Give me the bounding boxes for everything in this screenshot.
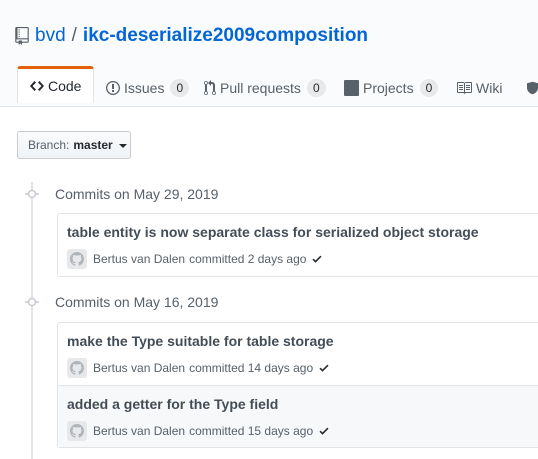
project-icon	[344, 80, 359, 96]
commit-row: added a getter for the Type field Bertus…	[58, 385, 538, 447]
tab-pull-requests[interactable]: Pull requests 0	[204, 70, 326, 106]
github-avatar-icon	[70, 252, 84, 266]
check-icon[interactable]	[311, 253, 323, 265]
commit-list: make the Type suitable for table storage…	[57, 322, 538, 448]
tab-code[interactable]: Code	[17, 66, 95, 103]
tab-projects-label: Projects	[363, 80, 414, 96]
issues-count-badge: 0	[170, 79, 190, 97]
caret-down-icon	[118, 143, 127, 148]
tab-wiki-label: Wiki	[476, 80, 503, 96]
shield-icon	[527, 81, 538, 95]
tab-code-label: Code	[48, 78, 82, 94]
commit-author-link[interactable]: Bertus van Dalen	[93, 252, 185, 266]
projects-count-badge: 0	[419, 79, 439, 97]
avatar[interactable]	[67, 421, 87, 441]
commit-group-title: Commits on May 29, 2019	[55, 186, 219, 202]
commit-author-link[interactable]: Bertus van Dalen	[93, 361, 185, 375]
commit-time: committed 15 days ago	[189, 424, 314, 438]
check-icon[interactable]	[318, 425, 330, 437]
tab-pull-requests-label: Pull requests	[220, 80, 301, 96]
commit-message-link[interactable]: table entity is now separate class for s…	[67, 224, 479, 240]
github-avatar-icon	[70, 424, 84, 438]
book-icon	[457, 82, 472, 94]
commit-time: committed 14 days ago	[189, 361, 314, 375]
tab-wiki[interactable]: Wiki	[456, 70, 502, 106]
branch-value: master	[73, 138, 113, 152]
github-avatar-icon	[70, 361, 84, 375]
commit-meta: Bertus van Dalen committed 2 days ago	[67, 249, 323, 269]
avatar[interactable]	[67, 249, 87, 269]
tab-issues[interactable]: Issues 0	[106, 70, 190, 106]
branch-label: Branch:	[28, 138, 70, 152]
pull-requests-count-badge: 0	[306, 79, 326, 97]
code-icon	[30, 81, 44, 91]
git-commit-icon	[25, 297, 39, 307]
avatar[interactable]	[67, 358, 87, 378]
repo-title: bvd / ikc-deserialize2009composition	[35, 24, 368, 48]
commit-meta: Bertus van Dalen committed 14 days ago	[67, 358, 330, 378]
commit-group-title: Commits on May 16, 2019	[55, 294, 219, 310]
tab-security[interactable]	[527, 70, 538, 106]
commit-list: table entity is now separate class for s…	[57, 213, 538, 277]
timeline-line	[31, 182, 33, 459]
commit-message-link[interactable]: added a getter for the Type field	[67, 396, 278, 412]
git-commit-icon	[25, 189, 39, 199]
repo-icon	[15, 27, 29, 45]
check-icon[interactable]	[318, 362, 330, 374]
pull-request-icon	[204, 80, 216, 96]
branch-select-button[interactable]: Branch: master	[17, 131, 131, 159]
commit-meta: Bertus van Dalen committed 15 days ago	[67, 421, 330, 441]
issue-icon	[106, 81, 120, 95]
commit-row: make the Type suitable for table storage…	[58, 323, 538, 385]
repo-owner-link[interactable]: bvd	[35, 25, 66, 46]
commit-message-link[interactable]: make the Type suitable for table storage	[67, 333, 334, 349]
tab-issues-label: Issues	[124, 80, 165, 96]
commit-author-link[interactable]: Bertus van Dalen	[93, 424, 185, 438]
commit-row: table entity is now separate class for s…	[58, 214, 538, 276]
commit-time: committed 2 days ago	[189, 252, 307, 266]
repo-name-link[interactable]: ikc-deserialize2009composition	[83, 25, 368, 46]
tab-projects[interactable]: Projects 0	[344, 70, 439, 106]
repo-separator: /	[71, 25, 77, 46]
